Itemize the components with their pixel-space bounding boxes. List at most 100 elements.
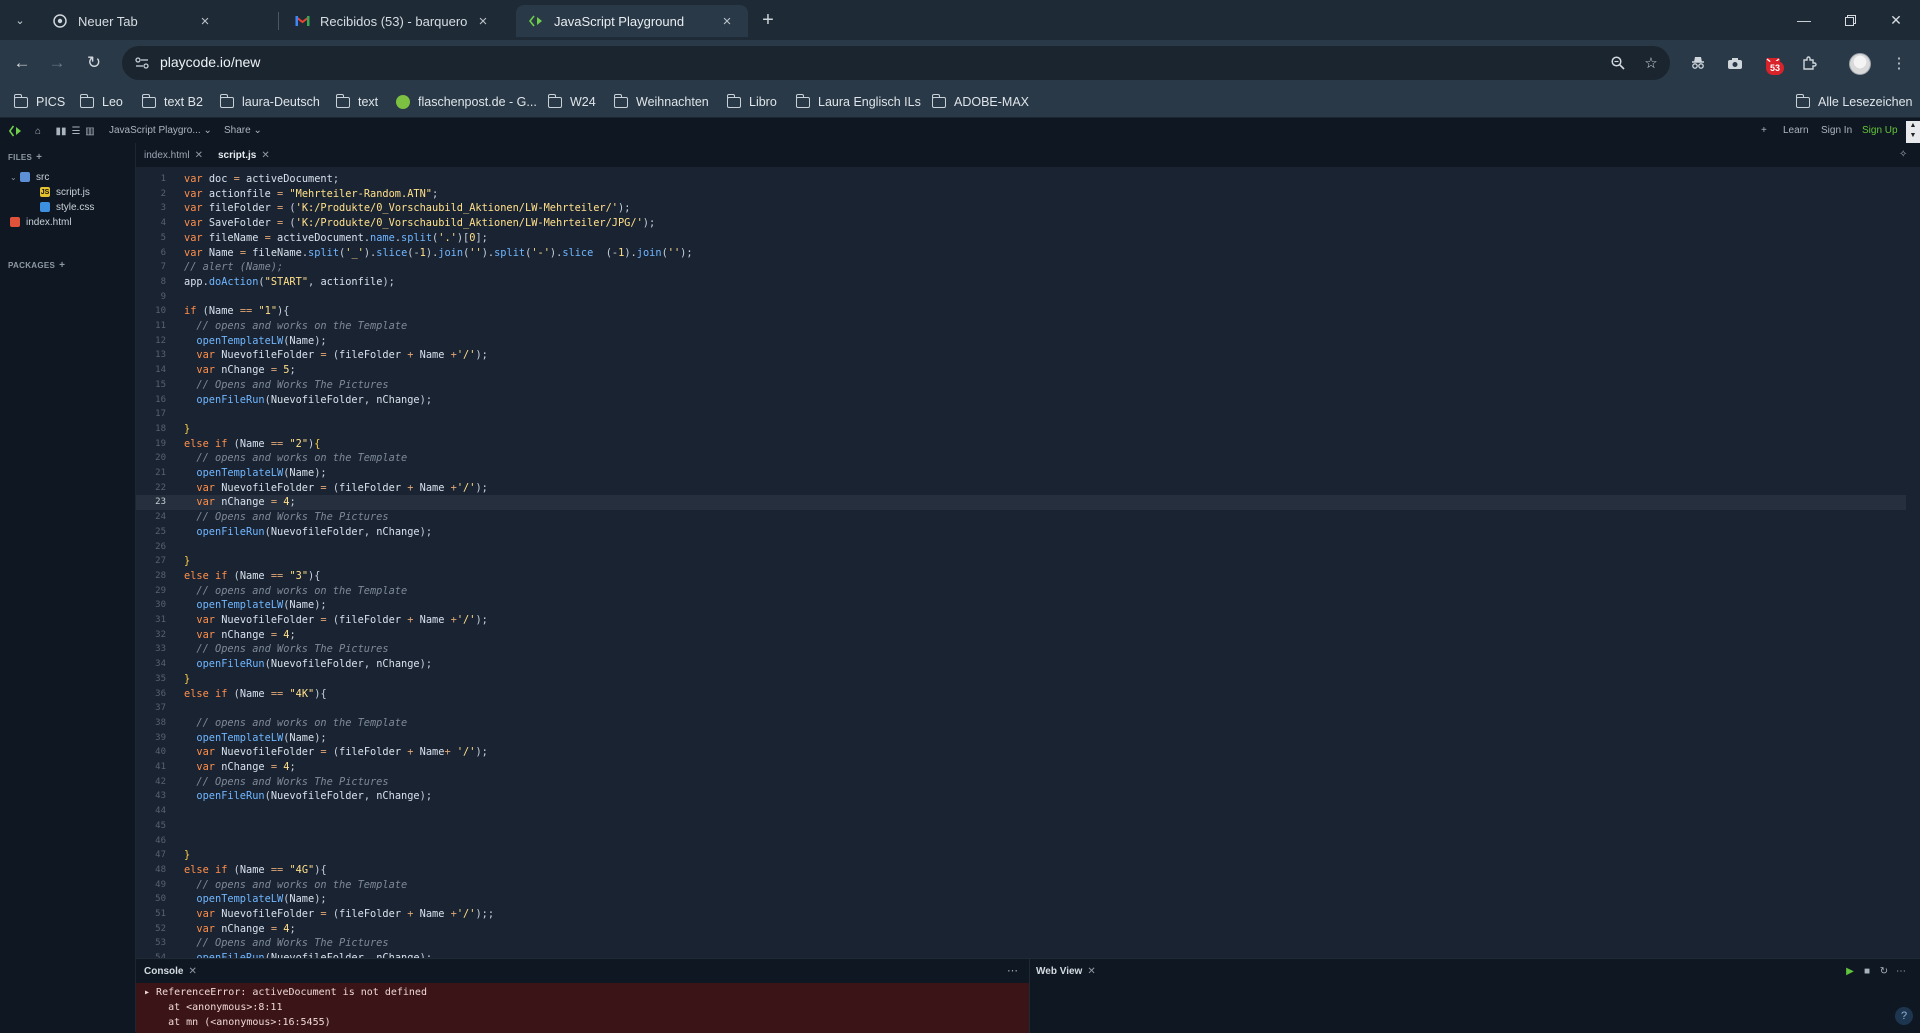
chrome-icon <box>52 13 68 29</box>
console-tab[interactable]: Console ✕ <box>144 966 197 977</box>
close-tab-icon[interactable]: × <box>196 12 214 30</box>
close-icon[interactable]: ✕ <box>195 150 203 161</box>
sign-in-link[interactable]: Sign In <box>1821 125 1852 136</box>
tab-search-chevron-icon[interactable]: ⌄ <box>8 8 32 32</box>
url-text: playcode.io/new <box>160 54 261 70</box>
new-tab-button[interactable]: + <box>756 8 780 32</box>
playcode-logo-icon[interactable] <box>8 124 22 138</box>
bookmark-label: Leo <box>102 95 123 109</box>
bookmark-leo[interactable]: Leo <box>79 92 123 112</box>
bookmark-libro[interactable]: Libro <box>726 92 777 112</box>
code-line: 34 openFileRun(NuevofileFolder, nChange)… <box>155 658 433 671</box>
site-info-icon[interactable] <box>132 53 152 73</box>
project-title[interactable]: JavaScript Playgro... ⌄ <box>109 125 212 136</box>
layout-split-icon[interactable]: ▮▮ <box>55 125 67 137</box>
code-line-current: 23 var nChange = 4; <box>136 495 1906 511</box>
add-icon[interactable]: + <box>1761 125 1767 136</box>
bookmark-label: ADOBE-MAX <box>954 95 1030 109</box>
bookmark-w24[interactable]: W24 <box>547 92 596 112</box>
sparkle-icon[interactable]: ✧ <box>1899 149 1907 160</box>
code-line: 48 else if (Name == "4G"){ <box>155 863 327 876</box>
folder-icon <box>726 93 741 108</box>
code-line: 5 var fileName = activeDocument.name.spli… <box>160 231 488 244</box>
file-label: style.css <box>56 201 95 213</box>
code-line: 46 <box>155 835 166 846</box>
close-icon[interactable]: ✕ <box>261 150 269 161</box>
layout-columns-icon[interactable]: ▥ <box>84 125 96 137</box>
bookmark-star-icon[interactable]: ☆ <box>1641 53 1661 73</box>
forward-arrow-icon[interactable]: → <box>43 49 71 77</box>
address-bar[interactable]: playcode.io/new ☆ <box>122 46 1670 80</box>
editor-tab-script-js[interactable]: script.js ✕ <box>218 143 270 167</box>
learn-link[interactable]: Learn <box>1783 125 1809 136</box>
bookmark-flaschenpost[interactable]: flaschenpost.de - G... <box>396 92 537 112</box>
file-script-js[interactable]: JS script.js <box>40 184 90 200</box>
bookmark-label: Weihnachten <box>636 95 709 109</box>
folder-src[interactable]: ⌄ src <box>10 169 49 185</box>
all-bookmarks-label: Alle Lesezeichen <box>1818 95 1913 109</box>
code-line: 4 var SaveFolder = ('K:/Produkte/0_Vorsch… <box>160 217 656 230</box>
bookmark-pics[interactable]: PICS <box>13 92 65 112</box>
profile-avatar[interactable] <box>1849 53 1871 75</box>
web-view-tab[interactable]: Web View ✕ <box>1036 966 1096 977</box>
add-file-icon[interactable]: + <box>36 152 42 163</box>
share-button[interactable]: Share ⌄ <box>224 125 262 136</box>
close-tab-icon[interactable]: × <box>718 12 736 30</box>
code-line: 22 var NuevofileFolder = (fileFolder + N… <box>155 481 488 494</box>
folder-icon <box>547 93 562 108</box>
browser-tab-new-tab[interactable]: Neuer Tab × <box>40 5 226 37</box>
minimize-icon[interactable]: — <box>1781 0 1827 40</box>
page-scroll-arrows[interactable]: ▲ ▼ <box>1906 121 1920 143</box>
file-index-html[interactable]: index.html <box>10 214 72 230</box>
browser-toolbar: ← → ↻ playcode.io/new ☆ 53 ⋮ <box>0 40 1920 113</box>
close-tab-icon[interactable]: × <box>474 12 492 30</box>
code-line: 44 <box>155 806 166 817</box>
app-header: ⌂ ▮▮ ☰ ▥ JavaScript Playgro... ⌄ Share ⌄… <box>0 119 1920 143</box>
run-play-icon[interactable]: ▶ <box>1844 965 1856 977</box>
console-more-icon[interactable]: ⋯ <box>1007 964 1018 977</box>
editor-tabs: index.html ✕ script.js ✕ ✧ <box>136 143 1920 167</box>
incognito-extension-icon[interactable] <box>1686 51 1710 75</box>
code-line: 31 var NuevofileFolder = (fileFolder + N… <box>155 614 488 626</box>
layout-rows-icon[interactable]: ☰ <box>70 125 82 137</box>
zoom-icon[interactable] <box>1608 53 1628 73</box>
home-icon[interactable]: ⌂ <box>32 125 44 137</box>
help-icon[interactable]: ? <box>1895 1007 1913 1025</box>
bookmarks-bar: PICS Leo text B2 laura-Deutsch text flas… <box>0 86 1920 118</box>
more-menu-icon[interactable]: ⋮ <box>1887 51 1911 75</box>
bookmark-adobe-max[interactable]: ADOBE-MAX <box>931 92 1030 112</box>
bookmark-label: Laura Englisch ILs <box>818 95 921 109</box>
bookmark-laura-englisch[interactable]: Laura Englisch ILs <box>795 92 921 112</box>
panel-divider[interactable] <box>1029 959 1030 1033</box>
code-line: 43 openFileRun(NuevofileFolder, nChange)… <box>155 790 433 803</box>
stop-icon[interactable]: ■ <box>1861 965 1873 977</box>
close-window-icon[interactable]: ✕ <box>1873 0 1919 40</box>
console-error-line[interactable]: ▸ ReferenceError: activeDocument is not … <box>144 985 1029 1000</box>
camera-extension-icon[interactable] <box>1723 51 1747 75</box>
reload-icon[interactable]: ↻ <box>80 49 108 77</box>
code-area[interactable]: 1 var doc = activeDocument; 2 var actionfi… <box>136 167 1920 958</box>
all-bookmarks[interactable]: Alle Lesezeichen <box>1795 92 1913 112</box>
extensions-puzzle-icon[interactable] <box>1797 51 1821 75</box>
code-line: 30 openTemplateLW(Name); <box>155 599 327 612</box>
back-arrow-icon[interactable]: ← <box>8 49 36 77</box>
browser-tab-playground[interactable]: JavaScript Playground × <box>516 5 748 37</box>
refresh-icon[interactable]: ↻ <box>1878 965 1890 977</box>
close-icon[interactable]: ✕ <box>1087 966 1095 977</box>
playcode-icon <box>528 13 544 29</box>
browser-tab-gmail[interactable]: Recibidos (53) - barquero.leone × <box>282 5 504 37</box>
folder-icon <box>795 93 810 108</box>
close-icon[interactable]: ✕ <box>188 966 196 977</box>
bookmark-laura-deutsch[interactable]: laura-Deutsch <box>219 92 320 112</box>
sign-up-link[interactable]: Sign Up <box>1862 125 1898 136</box>
bookmark-weihnachten[interactable]: Weihnachten <box>613 92 709 112</box>
add-package-icon[interactable]: + <box>59 260 65 271</box>
code-line: 9 <box>160 291 166 302</box>
restore-icon[interactable] <box>1827 0 1873 40</box>
bookmark-text-b2[interactable]: text B2 <box>141 92 203 112</box>
webview-more-icon[interactable]: ⋯ <box>1895 965 1907 977</box>
bookmark-text[interactable]: text <box>335 92 378 112</box>
file-style-css[interactable]: style.css <box>40 199 94 215</box>
editor-tab-index-html[interactable]: index.html ✕ <box>144 143 203 167</box>
code-line: 24 // Opens and Works The Pictures <box>155 511 389 524</box>
